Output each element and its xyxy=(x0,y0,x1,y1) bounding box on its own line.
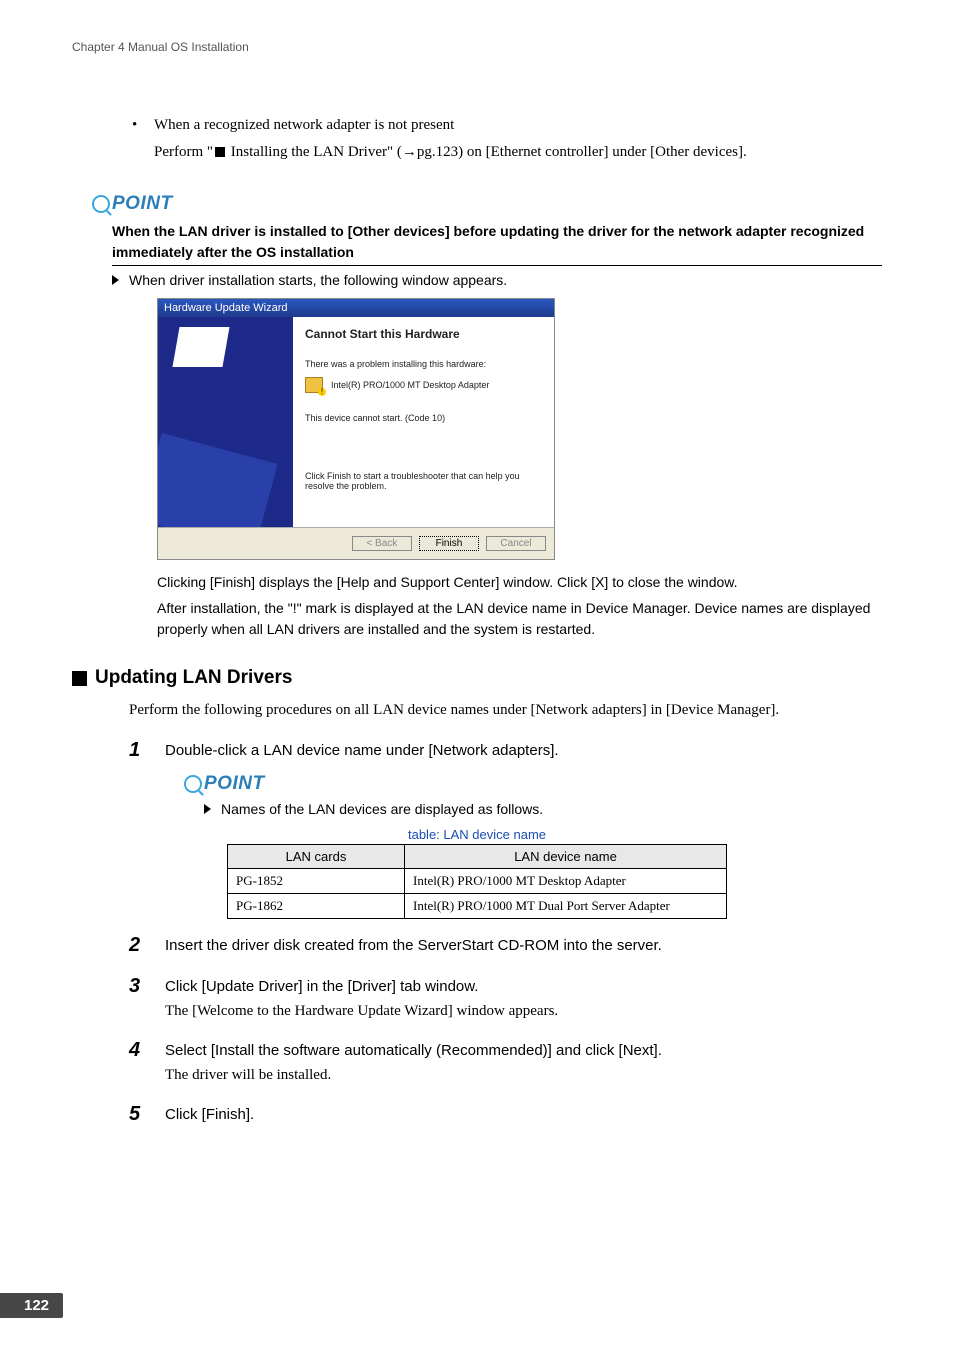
table-header-cards: LAN cards xyxy=(228,844,405,868)
step-number: 2 xyxy=(129,935,165,956)
device-warning-icon xyxy=(305,377,323,393)
after-dialog-p2: After installation, the "!" mark is disp… xyxy=(157,598,882,641)
point-note-title: When the LAN driver is installed to [Oth… xyxy=(112,221,882,266)
step-2: 2 Insert the driver disk created from th… xyxy=(129,935,882,956)
lan-device-table: LAN cards LAN device name PG-1852 Intel(… xyxy=(227,844,727,919)
table-cell: Intel(R) PRO/1000 MT Desktop Adapter xyxy=(405,868,727,893)
section-intro: Perform the following procedures on all … xyxy=(129,699,882,722)
step-3-text: Click [Update Driver] in the [Driver] ta… xyxy=(165,976,882,997)
point-heading: POINT xyxy=(92,193,882,215)
prereq-line-2: Perform " Installing the LAN Driver" (→p… xyxy=(154,141,747,164)
prereq-text-b: Installing the LAN Driver" ( xyxy=(227,144,402,160)
triangle-right-icon xyxy=(204,804,211,814)
step-2-text: Insert the driver disk created from the … xyxy=(165,935,882,956)
prereq-text-a: Perform " xyxy=(154,144,213,160)
inner-point-bullet: Names of the LAN devices are displayed a… xyxy=(204,801,882,817)
table-header-device: LAN device name xyxy=(405,844,727,868)
page-number-badge: 122 xyxy=(0,1293,63,1318)
magnifier-icon xyxy=(184,775,202,793)
hardware-wizard-dialog: Hardware Update Wizard Cannot Start this… xyxy=(157,298,555,560)
point-bullet-text: When driver installation starts, the fol… xyxy=(129,272,507,288)
table-row: PG-1862 Intel(R) PRO/1000 MT Dual Port S… xyxy=(228,893,727,918)
step-5-text: Click [Finish]. xyxy=(165,1104,882,1125)
step-1-text: Double-click a LAN device name under [Ne… xyxy=(165,740,882,761)
bullet-glyph: • xyxy=(132,114,154,137)
finish-button[interactable]: Finish xyxy=(419,536,479,551)
point-bullet-row: When driver installation starts, the fol… xyxy=(112,272,882,288)
chapter-header: Chapter 4 Manual OS Installation xyxy=(72,40,882,54)
table-cell: PG-1862 xyxy=(228,893,405,918)
cancel-button[interactable]: Cancel xyxy=(486,536,546,551)
prereq-text-c: pg.123) on [Ethernet controller] under [… xyxy=(417,144,747,160)
step-3: 3 Click [Update Driver] in the [Driver] … xyxy=(129,976,882,1020)
dialog-device-name: Intel(R) PRO/1000 MT Desktop Adapter xyxy=(331,380,489,390)
dialog-line-1: There was a problem installing this hard… xyxy=(305,359,542,369)
table-caption: table: LAN device name xyxy=(72,827,882,842)
back-button[interactable]: < Back xyxy=(352,536,412,551)
step-4-sub: The driver will be installed. xyxy=(165,1067,882,1084)
after-dialog-p1: Clicking [Finish] displays the [Help and… xyxy=(157,572,882,594)
magnifier-icon xyxy=(92,195,110,213)
table-cell: PG-1852 xyxy=(228,868,405,893)
table-cell: Intel(R) PRO/1000 MT Dual Port Server Ad… xyxy=(405,893,727,918)
prereq-block: • When a recognized network adapter is n… xyxy=(132,114,882,163)
dialog-titlebar: Hardware Update Wizard xyxy=(158,299,554,317)
step-1: 1 Double-click a LAN device name under [… xyxy=(129,740,882,761)
step-number: 3 xyxy=(129,976,165,1020)
dialog-line-2: This device cannot start. (Code 10) xyxy=(305,413,542,423)
prereq-line-1: When a recognized network adapter is not… xyxy=(154,114,454,137)
step-4-text: Select [Install the software automatical… xyxy=(165,1040,882,1061)
step-3-sub: The [Welcome to the Hardware Update Wiza… xyxy=(165,1003,882,1020)
dialog-heading: Cannot Start this Hardware xyxy=(305,327,542,341)
point-label: POINT xyxy=(204,773,265,795)
after-dialog-text: Clicking [Finish] displays the [Help and… xyxy=(157,572,882,641)
black-square-icon xyxy=(72,671,87,686)
dialog-sidebar-graphic xyxy=(158,317,293,527)
section-heading-text: Updating LAN Drivers xyxy=(95,667,292,689)
table-row: PG-1852 Intel(R) PRO/1000 MT Desktop Ada… xyxy=(228,868,727,893)
step-number: 1 xyxy=(129,740,165,761)
step-number: 4 xyxy=(129,1040,165,1084)
step-5: 5 Click [Finish]. xyxy=(129,1104,882,1125)
black-square-icon xyxy=(215,147,225,157)
inner-point-heading: POINT xyxy=(184,773,882,795)
step-4: 4 Select [Install the software automatic… xyxy=(129,1040,882,1084)
triangle-right-icon xyxy=(112,275,119,285)
step-number: 5 xyxy=(129,1104,165,1125)
section-heading: Updating LAN Drivers xyxy=(72,667,882,689)
point-label: POINT xyxy=(112,193,173,215)
arrow-right-icon: → xyxy=(402,144,417,160)
inner-point-bullet-text: Names of the LAN devices are displayed a… xyxy=(221,801,543,817)
dialog-line-3: Click Finish to start a troubleshooter t… xyxy=(305,471,542,491)
dialog-footer: < Back Finish Cancel xyxy=(158,527,554,559)
